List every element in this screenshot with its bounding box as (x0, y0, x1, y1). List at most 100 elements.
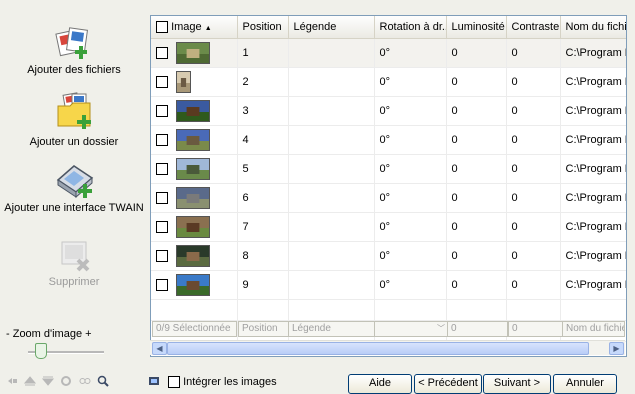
table-row[interactable]: 6 0° 0 0 C:\Program F (151, 183, 626, 213)
image-cell[interactable] (151, 154, 238, 184)
legend-cell[interactable] (288, 67, 375, 97)
filename-cell: C:\Program F (560, 96, 626, 126)
image-cell[interactable] (151, 270, 238, 300)
position-cell: 3 (237, 96, 289, 126)
legend-cell[interactable] (288, 212, 375, 242)
legend-cell[interactable] (288, 125, 375, 155)
row-checkbox[interactable] (156, 47, 168, 59)
column-header-image[interactable]: Image ▲ (151, 16, 238, 39)
select-all-checkbox[interactable] (156, 21, 168, 34)
image-thumbnail (176, 187, 210, 209)
zoom-slider-thumb[interactable] (34, 343, 47, 359)
table-row[interactable]: 1 0° 0 0 C:\Program F (151, 38, 626, 68)
column-header-rotation[interactable]: Rotation à dr... (374, 16, 447, 39)
empty-row (151, 299, 626, 321)
row-checkbox[interactable] (156, 192, 168, 204)
rotation-filter[interactable]: ﹀ (374, 321, 449, 337)
image-thumbnail (176, 129, 210, 151)
image-cell[interactable] (151, 96, 238, 126)
previous-button[interactable]: < Précédent (414, 374, 482, 394)
position-filter[interactable]: Position (238, 321, 289, 337)
integrate-images-checkbox[interactable] (168, 376, 180, 389)
image-cell[interactable] (151, 183, 238, 213)
add-files-label: Ajouter des fichiers (27, 64, 121, 76)
zoom-icon[interactable] (97, 375, 109, 387)
filename-cell: C:\Program F (560, 183, 626, 213)
column-label-image: Image (171, 20, 202, 33)
image-thumbnail (176, 158, 210, 180)
preview-icon[interactable] (148, 375, 160, 387)
contrast-filter[interactable]: 0 (508, 321, 563, 337)
row-checkbox[interactable] (156, 105, 168, 117)
luminosity-cell: 0 (446, 183, 507, 213)
column-header-position[interactable]: Position (237, 16, 289, 39)
delete-button[interactable]: Supprimer (0, 236, 148, 288)
add-folder-button[interactable]: Ajouter un dossier (0, 92, 148, 148)
row-checkbox[interactable] (156, 134, 168, 146)
position-cell: 1 (237, 38, 289, 68)
legend-cell[interactable] (288, 270, 375, 300)
row-checkbox[interactable] (156, 76, 168, 88)
filename-cell: C:\Program F (560, 241, 626, 271)
table-row[interactable]: 8 0° 0 0 C:\Program F (151, 241, 626, 271)
image-cell[interactable] (151, 125, 238, 155)
filename-cell: C:\Program F (560, 67, 626, 97)
table-row[interactable]: 2 0° 0 0 C:\Program F (151, 67, 626, 97)
image-cell[interactable] (151, 38, 238, 68)
legend-cell[interactable] (288, 154, 375, 184)
row-checkbox[interactable] (156, 250, 168, 262)
position-cell: 9 (237, 270, 289, 300)
legend-cell[interactable] (288, 183, 375, 213)
image-thumbnail (176, 100, 210, 122)
legend-cell[interactable] (288, 38, 375, 68)
add-files-button[interactable]: Ajouter des fichiers (0, 24, 148, 76)
add-twain-button[interactable]: Ajouter une interface TWAIN (0, 160, 148, 214)
luminosity-filter[interactable]: 0 (447, 321, 508, 337)
contrast-cell: 0 (506, 183, 561, 213)
image-cell[interactable] (151, 241, 238, 271)
help-button[interactable]: Aide (348, 374, 412, 394)
scroll-thumb[interactable] (167, 342, 589, 355)
rotate-icon[interactable] (6, 375, 18, 387)
image-grid: Image ▲ Position Légende Rotation à dr..… (150, 15, 627, 357)
image-thumbnail (176, 42, 210, 64)
filename-cell: C:\Program F (560, 125, 626, 155)
scanner-icon (56, 165, 94, 199)
integrate-images-option[interactable]: Intégrer les images (168, 376, 277, 389)
scroll-left-icon[interactable]: ◀ (152, 342, 167, 355)
effects-icon[interactable] (60, 375, 72, 387)
legend-filter[interactable]: Légende (288, 321, 375, 337)
scroll-right-icon[interactable]: ▶ (609, 342, 624, 355)
table-row[interactable]: 5 0° 0 0 C:\Program F (151, 154, 626, 184)
cancel-button[interactable]: Annuler (553, 374, 617, 394)
next-button[interactable]: Suivant > (483, 374, 551, 394)
chevron-down-icon[interactable]: ﹀ (437, 322, 445, 336)
horizontal-scrollbar[interactable]: ◀ ▶ (150, 340, 625, 355)
row-checkbox[interactable] (156, 163, 168, 175)
table-header: Image ▲ Position Légende Rotation à dr..… (151, 16, 626, 39)
table-row[interactable]: 4 0° 0 0 C:\Program F (151, 125, 626, 155)
image-cell[interactable] (151, 212, 238, 242)
image-thumbnail (176, 71, 191, 93)
row-checkbox[interactable] (156, 221, 168, 233)
legend-cell[interactable] (288, 241, 375, 271)
table-row[interactable]: 3 0° 0 0 C:\Program F (151, 96, 626, 126)
link-icon[interactable] (79, 375, 91, 387)
filename-cell: C:\Program F (560, 38, 626, 68)
column-header-filename[interactable]: Nom du fichier (560, 16, 626, 39)
table-row[interactable]: 9 0° 0 0 C:\Program F (151, 270, 626, 300)
column-header-contrast[interactable]: Contraste (506, 16, 561, 39)
column-header-luminosity[interactable]: Luminosité (446, 16, 507, 39)
column-header-legend[interactable]: Légende (288, 16, 375, 39)
luminosity-cell: 0 (446, 212, 507, 242)
contrast-cell: 0 (506, 270, 561, 300)
filename-filter[interactable]: Nom du fichier (562, 321, 625, 337)
move-down-icon[interactable] (42, 375, 54, 387)
legend-cell[interactable] (288, 96, 375, 126)
row-checkbox[interactable] (156, 279, 168, 291)
move-up-icon[interactable] (24, 375, 36, 387)
table-row[interactable]: 7 0° 0 0 C:\Program F (151, 212, 626, 242)
integrate-images-label: Intégrer les images (183, 376, 277, 388)
image-cell[interactable] (151, 67, 238, 97)
add-files-icon (55, 27, 89, 59)
